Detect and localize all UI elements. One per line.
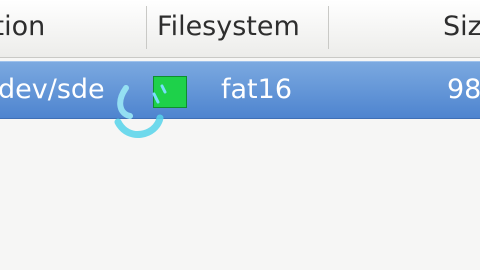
column-header-partition[interactable]: ition [0,0,45,57]
column-separator[interactable] [146,6,147,49]
column-separator[interactable] [328,6,329,49]
cell-partition: dev/sde [0,74,105,105]
column-header-size[interactable]: Siz [443,0,480,57]
partition-list: dev/sde fat16 98 [0,58,480,270]
column-header-bar: ition Filesystem Siz [0,0,480,58]
column-header-filesystem[interactable]: Filesystem [157,0,300,57]
busy-cursor-icon [114,84,167,138]
cell-filesystem: fat16 [221,74,292,105]
cell-size: 98 [447,74,480,105]
table-row-selected[interactable]: dev/sde fat16 98 [0,61,480,119]
